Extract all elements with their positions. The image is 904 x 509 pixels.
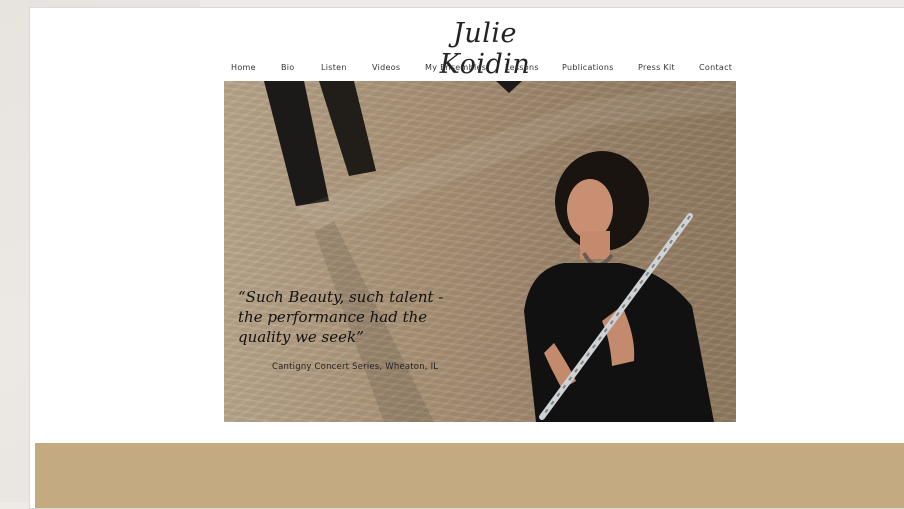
nav-item-lessons[interactable]: Lessons [505, 63, 539, 72]
hero-quote-source: Cantigny Concert Series, Wheaton, IL [272, 362, 439, 372]
hero-quote: “Such Beauty, such talent - the performa… [238, 288, 444, 346]
nav-item-videos[interactable]: Videos [372, 63, 400, 72]
face-shape [567, 179, 613, 239]
hero-image: “Such Beauty, such talent - the performa… [224, 81, 736, 422]
window-opening-right [496, 81, 522, 93]
nav-item-listen[interactable]: Listen [321, 63, 347, 72]
main-nav: Home Bio Listen Videos My Ensembles Less… [220, 63, 740, 77]
nav-item-publications[interactable]: Publications [562, 63, 614, 72]
page-container: Julie Koidin Home Bio Listen Videos My E… [29, 7, 904, 509]
nav-item-my-ensembles[interactable]: My Ensembles [425, 63, 486, 72]
nav-item-home[interactable]: Home [231, 63, 256, 72]
nav-item-contact[interactable]: Contact [699, 63, 732, 72]
nav-item-bio[interactable]: Bio [281, 63, 295, 72]
window-opening-left [264, 81, 329, 206]
accent-band [35, 443, 904, 508]
window-opening-mid [319, 81, 376, 176]
nav-item-press-kit[interactable]: Press Kit [638, 63, 675, 72]
